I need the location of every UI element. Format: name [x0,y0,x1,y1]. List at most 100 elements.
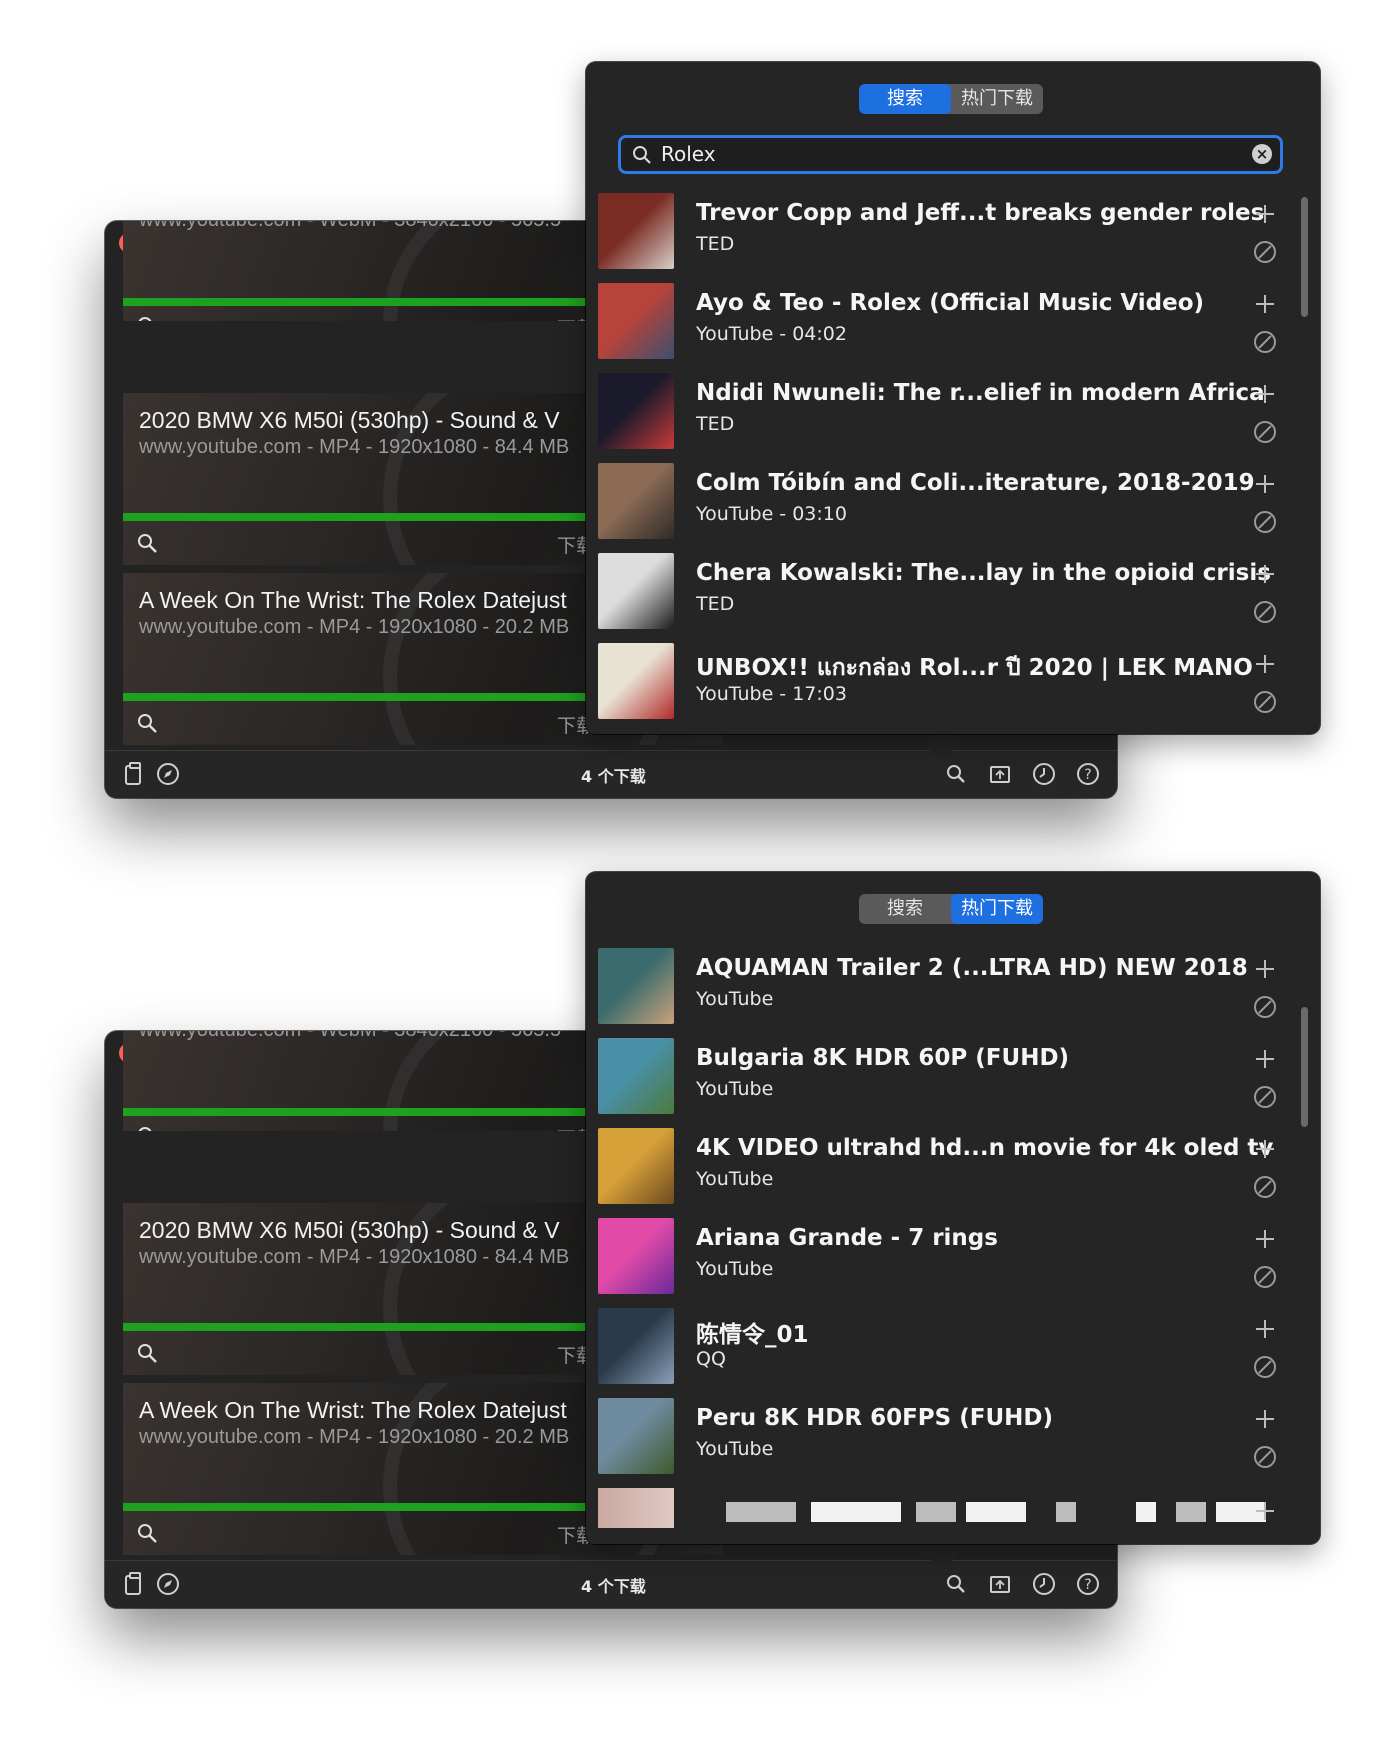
result-row[interactable]: Colm Tóibín and Coli...iterature, 2018-2… [598,463,1288,553]
download-item-subtitle: www.youtube.com - WebM - 3840x2160 - 565… [139,1031,561,1042]
plus-icon[interactable] [1252,291,1278,317]
result-row[interactable]: Ariana Grande - 7 rings YouTube [598,1218,1288,1308]
block-icon[interactable] [1252,1444,1278,1470]
result-thumbnail [598,1128,674,1204]
tab-popular-downloads[interactable]: 热门下载 [951,894,1043,924]
plus-icon[interactable] [1252,1406,1278,1432]
result-source: YouTube [696,1168,774,1190]
block-icon[interactable] [1252,689,1278,715]
result-thumbnail [598,283,674,359]
search-icon[interactable] [135,711,159,735]
result-thumbnail [598,1308,674,1384]
tab-popular-downloads[interactable]: 热门下载 [951,84,1043,114]
block-icon[interactable] [1252,1084,1278,1110]
result-source: TED [696,593,735,615]
result-row[interactable]: Peru 8K HDR 60FPS (FUHD) YouTube [598,1398,1288,1488]
plus-icon[interactable] [1252,561,1278,587]
result-row[interactable]: Ndidi Nwuneli: The r...elief in modern A… [598,373,1288,463]
result-title: AQUAMAN Trailer 2 (...LTRA HD) NEW 2018 [696,955,1248,981]
scrollbar-thumb[interactable] [1301,197,1308,317]
plus-icon[interactable] [1252,1046,1278,1072]
download-item-subtitle: www.youtube.com - MP4 - 1920x1080 - 84.4… [139,436,570,458]
plus-icon[interactable] [1252,1136,1278,1162]
help-icon[interactable]: ? [1075,761,1101,787]
redaction-block [1136,1502,1156,1522]
search-field[interactable]: × [618,135,1283,174]
clipboard-icon[interactable] [121,761,147,787]
result-row[interactable]: Bulgaria 8K HDR 60P (FUHD) YouTube [598,1038,1288,1128]
plus-icon[interactable] [1252,1226,1278,1252]
result-row[interactable]: AQUAMAN Trailer 2 (...LTRA HD) NEW 2018 Y… [598,948,1288,1038]
search-icon[interactable] [943,761,969,787]
screen-capture-icon[interactable] [987,1571,1013,1597]
scrollbar-thumb[interactable] [1301,1007,1308,1127]
result-thumbnail [598,1398,674,1474]
plus-icon[interactable] [1252,651,1278,677]
result-source: TED [696,413,735,435]
screen-capture-icon[interactable] [987,761,1013,787]
download-item-title: 2020 BMW X6 M50i (530hp) - Sound & V [139,1217,560,1243]
redaction-block [811,1502,901,1522]
plus-icon[interactable] [1252,381,1278,407]
result-title: Ndidi Nwuneli: The r...elief in modern A… [696,380,1265,406]
clear-icon[interactable]: × [1252,144,1272,164]
plus-icon[interactable] [1252,1316,1278,1342]
download-item-subtitle: www.youtube.com - WebM - 3840x2160 - 565… [139,221,561,232]
history-icon[interactable] [1031,761,1057,787]
result-source: TED [696,233,735,255]
result-title: 陈情令_01 [696,1322,809,1348]
download-item-subtitle: www.youtube.com - MP4 - 1920x1080 - 20.2… [139,616,570,638]
search-icon[interactable] [135,1521,159,1545]
plus-icon[interactable] [1252,201,1278,227]
search-icon[interactable] [943,1571,969,1597]
result-row[interactable]: Chera Kowalski: The...lay in the opioid … [598,553,1288,643]
block-icon[interactable] [1252,1264,1278,1290]
bottom-toolbar: 4 个下载 ? [105,750,1117,798]
plus-icon[interactable] [1252,956,1278,982]
segmented-control: 搜索 热门下载 [859,84,1043,114]
result-source: YouTube [696,1438,774,1460]
block-icon[interactable] [1252,1354,1278,1380]
search-input[interactable] [661,140,1221,168]
compass-icon[interactable] [155,761,181,787]
result-row[interactable]: 4K VIDEO ultrahd hd...n movie for 4k ole… [598,1128,1288,1218]
compass-icon[interactable] [155,1571,181,1597]
redaction-block [916,1502,956,1522]
result-row[interactable]: Trevor Copp and Jeff...t breaks gender r… [598,193,1288,283]
download-count: 4 个下载 [581,767,646,786]
result-row[interactable]: 陈情令_01 QQ [598,1308,1288,1398]
block-icon[interactable] [1252,419,1278,445]
result-thumbnail [598,1218,674,1294]
popover: 搜索 热门下载 × Trevor Copp and Jeff...t break… [586,62,1320,734]
result-row[interactable]: Ayo & Teo - Rolex (Official Music Video)… [598,283,1288,373]
plus-icon[interactable] [1252,471,1278,497]
redacted-row [586,1488,1320,1528]
block-icon[interactable] [1252,1174,1278,1200]
block-icon[interactable] [1252,509,1278,535]
block-icon[interactable] [1252,599,1278,625]
tab-search[interactable]: 搜索 [859,894,951,924]
result-source: YouTube [696,1258,774,1280]
result-source: YouTube - 17:03 [696,683,847,705]
svg-text:?: ? [1084,1577,1091,1593]
result-row[interactable]: UNBOX!! แกะกล่อง Rol...r ปี 2020 | LEK M… [598,643,1288,733]
download-item-title: A Week On The Wrist: The Rolex Datejust [139,587,567,613]
result-source: QQ [696,1348,726,1370]
search-icon [633,146,651,164]
block-icon[interactable] [1252,239,1278,265]
search-icon[interactable] [135,314,159,321]
tab-search[interactable]: 搜索 [859,84,951,114]
history-icon[interactable] [1031,1571,1057,1597]
clipboard-icon[interactable] [121,1571,147,1597]
search-icon[interactable] [135,531,159,555]
screen-search: D www.youtube.com - WebM - 3840x2160 - 5… [0,0,1390,874]
block-icon[interactable] [1252,994,1278,1020]
block-icon[interactable] [1252,329,1278,355]
result-source: YouTube [696,1078,774,1100]
help-icon[interactable]: ? [1075,1571,1101,1597]
plus-icon[interactable] [1252,1498,1278,1524]
search-icon[interactable] [135,1124,159,1131]
result-thumbnail [598,193,674,269]
result-thumbnail [598,948,674,1024]
search-icon[interactable] [135,1341,159,1365]
